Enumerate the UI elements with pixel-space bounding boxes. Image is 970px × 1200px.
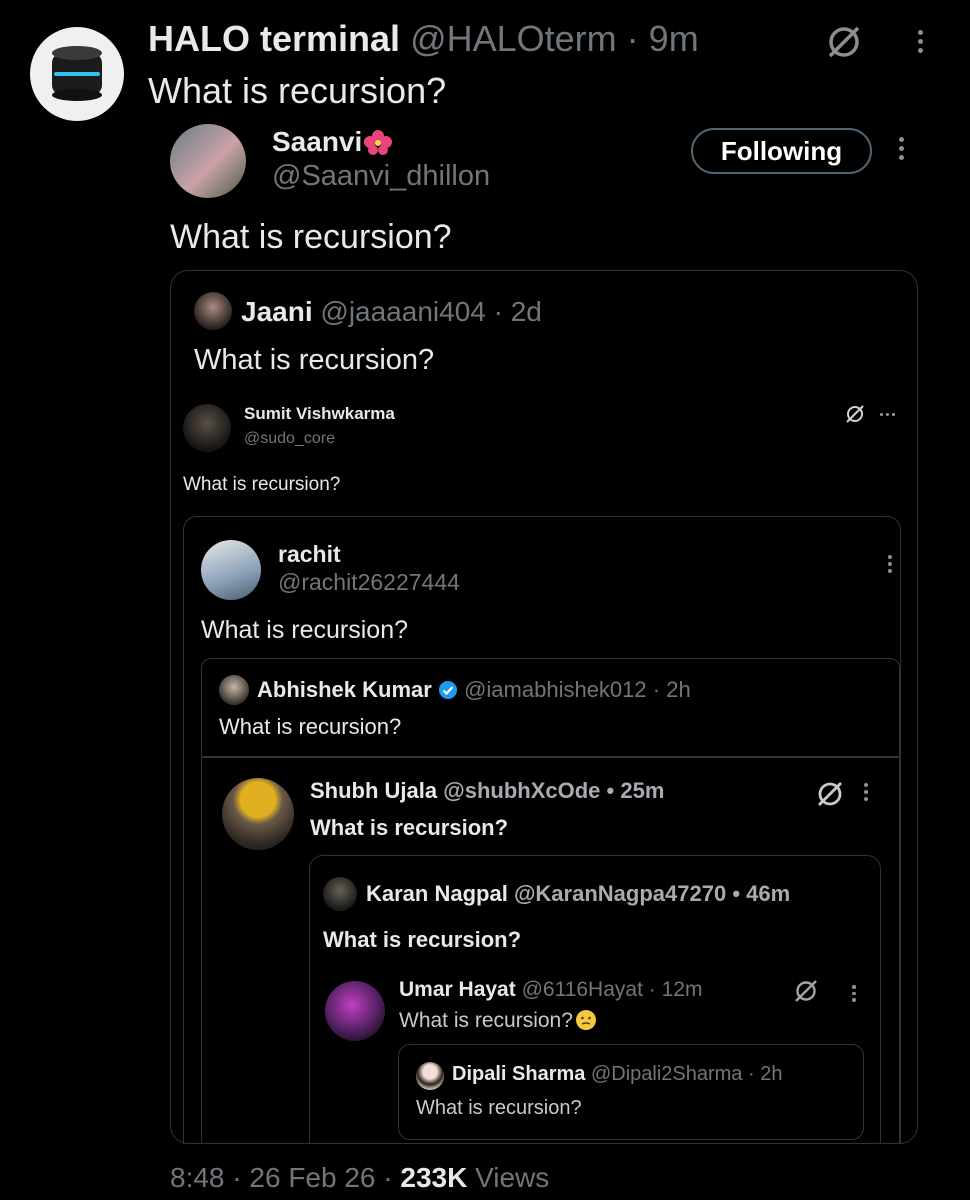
post-footer: 8:48 · 26 Feb 26 · 233K Views bbox=[170, 1162, 550, 1193]
author-handle[interactable]: @KaranNagpa47270 bbox=[514, 881, 726, 906]
post-timestamp[interactable]: 8:48 bbox=[170, 1162, 225, 1193]
author-handle[interactable]: @Saanvi_dhillon bbox=[272, 160, 490, 193]
quote-card-dipali[interactable] bbox=[398, 1044, 864, 1140]
author-handle[interactable]: @HALOterm bbox=[410, 18, 617, 59]
more-vertical-icon[interactable] bbox=[852, 985, 856, 1002]
q9-header: Dipali Sharma @Dipali2Sharma · 2h bbox=[452, 1063, 783, 1085]
grok-icon[interactable] bbox=[844, 403, 866, 430]
hibiscus-emoji bbox=[362, 129, 394, 155]
server-logo-icon bbox=[52, 46, 102, 101]
avatar-halo[interactable] bbox=[30, 27, 124, 121]
avatar-sumit[interactable] bbox=[183, 404, 231, 452]
q7-header: Karan Nagpal @KaranNagpa47270 • 46m bbox=[366, 881, 791, 906]
author-name[interactable]: Sumit Vishwkarma bbox=[244, 404, 395, 424]
q1-text: What is recursion? bbox=[170, 218, 452, 256]
avatar-shubh[interactable] bbox=[222, 778, 294, 850]
author-handle[interactable]: @jaaaani404 bbox=[320, 296, 485, 327]
following-label: Following bbox=[720, 135, 843, 166]
more-vertical-icon[interactable] bbox=[918, 30, 923, 53]
author-handle[interactable]: @iamabhishek012 bbox=[464, 677, 647, 702]
q4-text: What is recursion? bbox=[201, 616, 409, 644]
q8-text-row: What is recursion? bbox=[399, 1009, 597, 1033]
thinking-emoji bbox=[575, 1009, 597, 1031]
grok-icon[interactable] bbox=[824, 22, 864, 67]
avatar-saanvi[interactable] bbox=[170, 124, 246, 198]
q5-text: What is recursion? bbox=[219, 714, 402, 739]
author-name[interactable]: Jaani bbox=[241, 296, 313, 327]
author-handle[interactable]: @shubhXcOde bbox=[443, 778, 600, 803]
avatar-karan[interactable] bbox=[323, 877, 357, 911]
author-name[interactable]: Shubh Ujala bbox=[310, 778, 437, 803]
q2-text: What is recursion? bbox=[194, 344, 435, 376]
post-date[interactable]: 26 Feb 26 bbox=[249, 1162, 375, 1193]
q3-text: What is recursion? bbox=[183, 474, 341, 495]
views-count: 233K bbox=[400, 1162, 468, 1193]
author-name[interactable]: Abhishek Kumar bbox=[257, 677, 432, 702]
post-time[interactable]: 12m bbox=[662, 978, 703, 1001]
more-vertical-icon[interactable] bbox=[864, 783, 868, 801]
more-vertical-icon[interactable] bbox=[888, 555, 892, 573]
author-name[interactable]: rachit bbox=[278, 541, 341, 568]
post-time[interactable]: 2h bbox=[760, 1063, 782, 1085]
main-post-text: What is recursion? bbox=[148, 70, 447, 111]
more-horizontal-icon[interactable] bbox=[880, 413, 895, 416]
post-time[interactable]: 25m bbox=[620, 778, 664, 803]
author-handle[interactable]: @rachit26227444 bbox=[278, 569, 460, 596]
main-post-header: HALO terminal @HALOterm · 9m bbox=[148, 18, 699, 59]
avatar-abhishek[interactable] bbox=[219, 675, 249, 705]
post-time[interactable]: 9m bbox=[649, 18, 699, 59]
author-name[interactable]: Saanvi bbox=[272, 126, 362, 157]
grok-icon[interactable] bbox=[793, 978, 819, 1009]
avatar-umar[interactable] bbox=[325, 981, 385, 1041]
author-name[interactable]: Dipali Sharma bbox=[452, 1063, 585, 1085]
author-handle[interactable]: @sudo_core bbox=[244, 430, 335, 448]
q8-header: Umar Hayat @6116Hayat · 12m bbox=[399, 978, 703, 1001]
q2-header: Jaani @jaaaani404 · 2d bbox=[241, 296, 542, 327]
avatar-jaani[interactable] bbox=[194, 292, 232, 330]
views-label: Views bbox=[475, 1162, 550, 1193]
author-handle[interactable]: @6116Hayat bbox=[522, 978, 643, 1001]
q6-header: Shubh Ujala @shubhXcOde • 25m bbox=[310, 778, 665, 803]
following-button[interactable]: Following bbox=[691, 128, 872, 174]
post-time[interactable]: 46m bbox=[746, 881, 790, 906]
q7-text: What is recursion? bbox=[323, 927, 522, 952]
post-time[interactable]: 2d bbox=[511, 296, 542, 327]
post-time[interactable]: 2h bbox=[666, 677, 690, 702]
author-name[interactable]: Karan Nagpal bbox=[366, 881, 508, 906]
q6-text: What is recursion? bbox=[310, 815, 509, 840]
divider bbox=[202, 756, 899, 758]
avatar-dipali[interactable] bbox=[416, 1062, 444, 1090]
q1-name-row: Saanvi bbox=[272, 126, 394, 158]
author-name[interactable]: Umar Hayat bbox=[399, 978, 516, 1001]
q8-text: What is recursion? bbox=[399, 1009, 573, 1032]
grok-icon[interactable] bbox=[815, 779, 845, 814]
author-name[interactable]: HALO terminal bbox=[148, 18, 400, 59]
more-vertical-icon[interactable] bbox=[899, 137, 904, 160]
author-handle[interactable]: @Dipali2Sharma bbox=[591, 1063, 742, 1085]
q9-text: What is recursion? bbox=[416, 1097, 582, 1119]
verified-badge-icon bbox=[438, 680, 458, 700]
avatar-rachit[interactable] bbox=[201, 540, 261, 600]
q5-header: Abhishek Kumar @iamabhishek012 · 2h bbox=[257, 677, 691, 702]
card-bottom-mask bbox=[172, 1144, 917, 1158]
